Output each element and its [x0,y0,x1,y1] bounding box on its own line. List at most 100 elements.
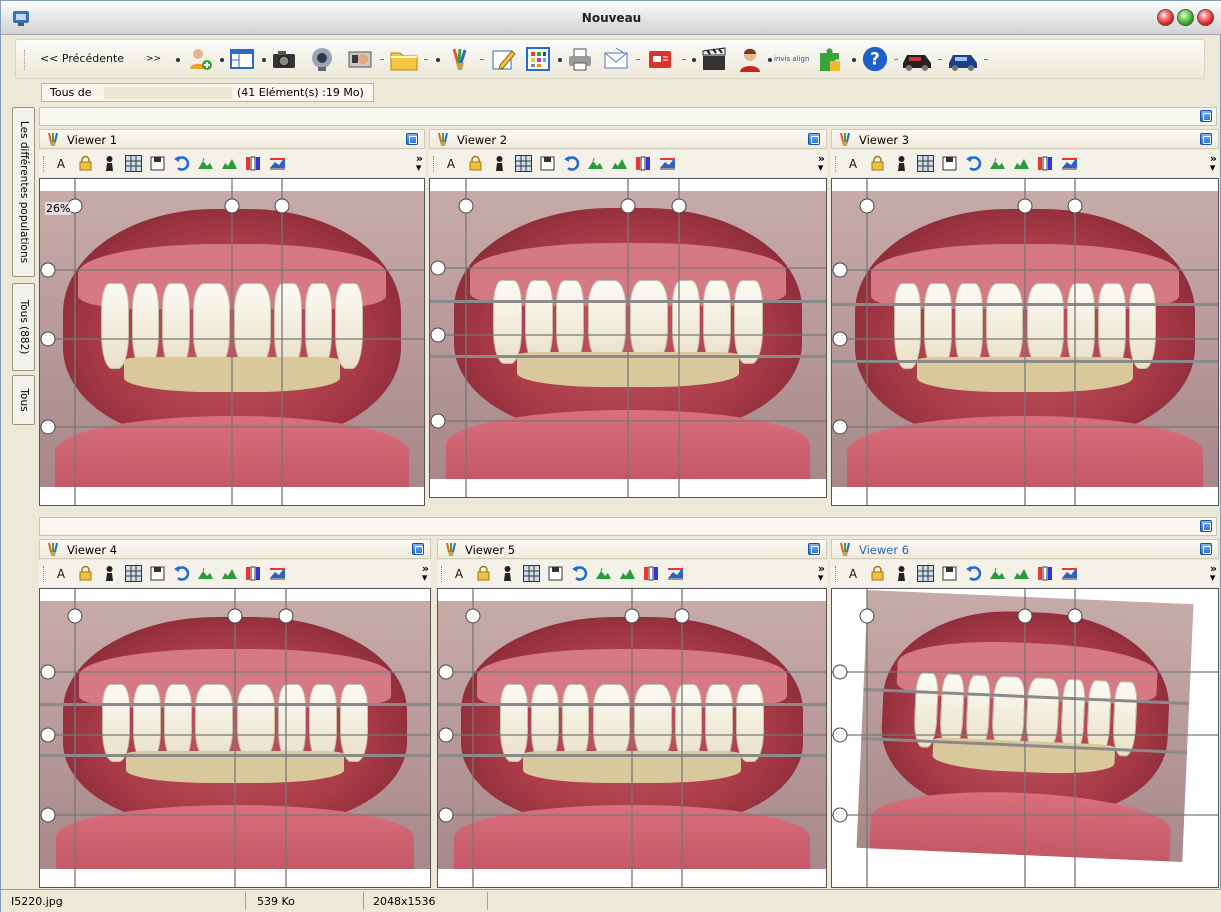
next-button[interactable]: >> [146,54,161,64]
calibration-grid[interactable] [832,179,1218,505]
calibration-grid[interactable] [40,179,424,505]
lock-icon[interactable] [77,155,94,172]
color-levels-icon[interactable] [245,565,262,582]
person-icon[interactable] [893,565,910,582]
viewer-canvas[interactable] [437,588,827,888]
viewer-header[interactable]: Viewer 5 [437,539,827,559]
minimize-button[interactable] [1157,9,1174,26]
save-icon[interactable] [941,155,958,172]
close-button[interactable] [1197,9,1214,26]
mountain-right-icon[interactable] [221,155,238,172]
color-levels-icon[interactable] [1037,565,1054,582]
viewer-maximize-button[interactable] [1200,543,1212,555]
text-a-icon[interactable]: A [845,155,862,172]
text-a-icon[interactable]: A [443,155,460,172]
histogram-icon[interactable] [269,155,286,172]
color-levels-icon[interactable] [245,155,262,172]
toolbar-overflow-button[interactable]: » ▾ [1210,563,1217,583]
toolbar-grip[interactable] [43,156,45,172]
viewer-header[interactable]: Viewer 2 [429,129,827,149]
toolbar-overflow-button[interactable]: » ▾ [818,563,825,583]
color-levels-icon[interactable] [635,155,652,172]
histogram-icon[interactable] [269,565,286,582]
viewer-maximize-button[interactable] [1200,133,1212,145]
lock-icon[interactable] [869,565,886,582]
toolbar-grip[interactable] [433,156,435,172]
tab-tous-882[interactable]: Tous (882) [12,283,35,371]
viewer-canvas[interactable] [831,588,1219,888]
expand-button[interactable] [1200,110,1212,122]
folder-icon[interactable] [388,45,420,73]
text-a-icon[interactable]: A [53,565,70,582]
puzzle-icon[interactable] [816,45,846,73]
filter-field[interactable] [104,87,232,99]
viewer-panel[interactable]: Viewer 6 A » ▾ [831,539,1219,888]
presentation-icon[interactable] [646,45,674,73]
person-icon[interactable] [499,565,516,582]
viewer-canvas[interactable] [831,178,1219,506]
toolbar-overflow-button[interactable]: » ▾ [1210,153,1217,173]
save-icon[interactable] [149,155,166,172]
grid-icon[interactable] [125,565,142,582]
viewer-panel[interactable]: Viewer 3 A » ▾ [831,129,1219,506]
calibration-grid[interactable] [40,589,430,887]
mountain-right-icon[interactable] [611,155,628,172]
lock-icon[interactable] [467,155,484,172]
viewer-panel[interactable]: Viewer 5 A » ▾ [437,539,827,888]
edit-pencil-icon[interactable] [490,45,518,73]
calibration-grid[interactable] [430,179,826,497]
undo-icon[interactable] [173,565,190,582]
mountain-left-icon[interactable] [197,565,214,582]
paintbrush-icon[interactable] [446,45,474,73]
save-icon[interactable] [539,155,556,172]
invisalign-button[interactable]: invis align [774,55,809,63]
toolbar-grip[interactable] [835,156,837,172]
viewer-maximize-button[interactable] [406,133,418,145]
viewer-canvas[interactable] [429,178,827,498]
grid-icon[interactable] [917,155,934,172]
filter-bar[interactable]: Tous de (41 Elément(s) :19 Mo) [41,83,374,102]
text-a-icon[interactable]: A [53,155,70,172]
text-a-icon[interactable]: A [451,565,468,582]
mountain-left-icon[interactable] [197,155,214,172]
toolbar-grip[interactable] [835,566,837,582]
histogram-icon[interactable] [659,155,676,172]
histogram-icon[interactable] [1061,155,1078,172]
viewer-header[interactable]: Viewer 3 [831,129,1219,149]
webcam-icon[interactable] [308,45,336,73]
mountain-left-icon[interactable] [989,155,1006,172]
save-icon[interactable] [941,565,958,582]
person-icon[interactable] [491,155,508,172]
help-icon[interactable]: ? [860,45,890,73]
mountain-right-icon[interactable] [221,565,238,582]
calibration-grid[interactable] [438,589,826,887]
grid-icon[interactable] [917,565,934,582]
undo-icon[interactable] [173,155,190,172]
previous-button[interactable]: << Précédente [40,52,124,65]
mountain-right-icon[interactable] [1013,565,1030,582]
person-portrait-icon[interactable] [736,45,764,73]
clapperboard-icon[interactable] [700,45,728,73]
histogram-icon[interactable] [1061,565,1078,582]
toolbar-overflow-button[interactable]: » ▾ [416,153,423,173]
mountain-left-icon[interactable] [595,565,612,582]
mail-icon[interactable] [602,45,630,73]
viewer-panel[interactable]: Viewer 4 A » ▾ [39,539,431,888]
viewer-maximize-button[interactable] [412,543,424,555]
viewer-maximize-button[interactable] [808,543,820,555]
toolbar-grip[interactable] [441,566,443,582]
mountain-right-icon[interactable] [1013,155,1030,172]
viewer-panel[interactable]: Viewer 2 A » ▾ [429,129,827,498]
save-icon[interactable] [149,565,166,582]
viewer-header[interactable]: Viewer 4 [39,539,431,559]
lock-icon[interactable] [77,565,94,582]
viewer-header[interactable]: Viewer 1 [39,129,425,149]
undo-icon[interactable] [965,565,982,582]
color-levels-icon[interactable] [643,565,660,582]
histogram-icon[interactable] [667,565,684,582]
undo-icon[interactable] [563,155,580,172]
undo-icon[interactable] [965,155,982,172]
lock-icon[interactable] [869,155,886,172]
tab-tous[interactable]: Tous [12,375,35,425]
text-a-icon[interactable]: A [845,565,862,582]
